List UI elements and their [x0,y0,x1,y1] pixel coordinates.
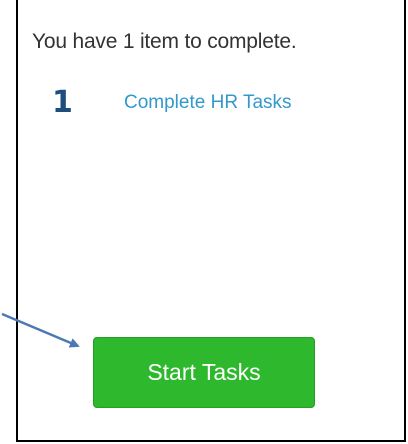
task-summary-text: You have 1 item to complete. [32,30,297,53]
screenshot-stage: You have 1 item to complete. 1 Complete … [0,0,408,444]
task-count-number: 1 [52,85,73,120]
task-list-item: 1 Complete HR Tasks [52,86,292,120]
start-tasks-button[interactable]: Start Tasks [93,337,315,408]
complete-hr-tasks-link[interactable]: Complete HR Tasks [124,86,292,120]
